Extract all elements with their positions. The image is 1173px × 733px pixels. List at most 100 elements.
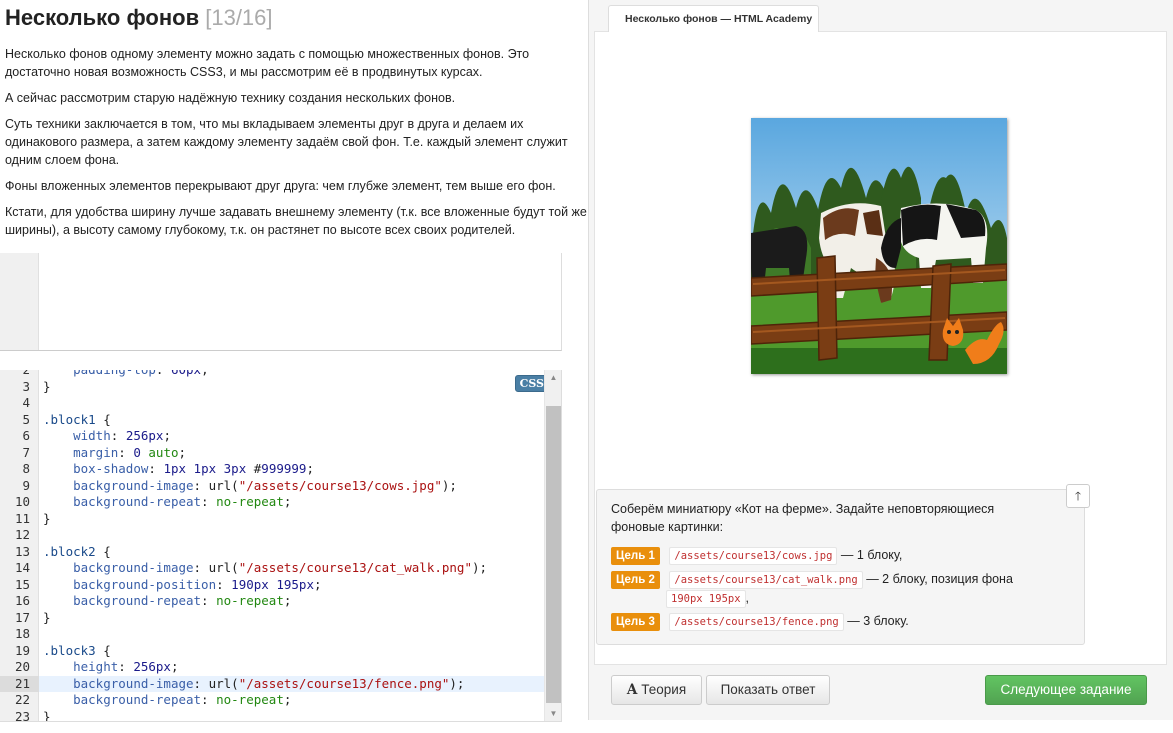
code-text[interactable]: box-shadow: 1px 1px 3px #999999; (43, 461, 314, 478)
arrow-up-icon: 🡑 (1074, 489, 1082, 503)
code-text[interactable]: margin: 0 auto; (43, 445, 186, 462)
code-text[interactable]: background-repeat: no-repeat; (43, 692, 291, 709)
css-editor[interactable]: 2 padding-top: 60px;3}45.block1 {6 width… (0, 370, 562, 722)
goal-3: Цель 3 /assets/course13/fence.png — 3 бл… (611, 612, 909, 631)
code-line[interactable]: 23} (0, 708, 545, 722)
code-line[interactable]: 14 background-image: url("/assets/course… (0, 560, 545, 577)
goal-code: 190px 195px (666, 590, 746, 608)
code-text[interactable]: .block3 { (43, 643, 111, 660)
farm-illustration (751, 118, 1007, 374)
goal-text: — 1 блоку, (840, 548, 903, 562)
code-line[interactable]: 2 padding-top: 60px; (0, 370, 545, 379)
goal-code: /assets/course13/cat_walk.png (669, 571, 863, 589)
task-card: Соберём миниатюру «Кот на ферме». Задайт… (596, 489, 1085, 645)
page-title: Несколько фонов [13/16] (5, 5, 595, 31)
preview-tab[interactable]: Несколько фонов — HTML Academy (608, 5, 819, 32)
goal-text: — 2 блоку, позиция фона (866, 572, 1013, 586)
line-number: 19 (14, 642, 30, 658)
collapse-task-button[interactable]: 🡑 (1066, 484, 1090, 508)
theory-paragraph: Несколько фонов одному элементу можно за… (5, 47, 530, 79)
farm-preview-image (751, 118, 1007, 374)
code-text[interactable]: } (43, 379, 51, 396)
goal-text: , (745, 591, 750, 605)
goal-2: Цель 2 /assets/course13/cat_walk.png — 2… (611, 570, 1013, 589)
code-text[interactable]: background-repeat: no-repeat; (43, 494, 291, 511)
line-number: 9 (22, 477, 30, 493)
line-number: 11 (14, 510, 30, 526)
code-line[interactable]: 4 (0, 395, 545, 412)
code-line[interactable]: 22 background-repeat: no-repeat; (0, 692, 545, 709)
code-text[interactable]: .block1 { (43, 412, 111, 429)
goal-badge: Цель 3 (611, 613, 660, 631)
show-answer-button[interactable]: Показать ответ (706, 675, 830, 705)
line-number: 18 (14, 626, 30, 641)
code-text[interactable]: background-position: 190px 195px; (43, 577, 321, 594)
code-line[interactable]: 7 margin: 0 auto; (0, 445, 545, 462)
task-intro: Соберём миниатюру «Кот на ферме». Задайт… (611, 502, 995, 534)
code-line[interactable]: 8 box-shadow: 1px 1px 3px #999999; (0, 461, 545, 478)
code-line[interactable]: 19 .block3 { (0, 643, 545, 660)
goal-1: Цель 1 /assets/course13/cows.jpg — 1 бло… (611, 546, 902, 565)
code-text[interactable]: background-image: url("/assets/course13/… (43, 676, 464, 693)
code-line[interactable]: 3} (0, 379, 545, 396)
lesson-counter: [13/16] (205, 5, 273, 30)
theory-a-icon: A (626, 682, 638, 698)
code-line[interactable]: 12 (0, 527, 545, 544)
code-line[interactable]: 5 .block1 { (0, 412, 545, 429)
line-number: 14 (14, 560, 30, 575)
line-number: 6 (22, 428, 30, 443)
line-number: 5 (22, 411, 30, 427)
theory-button-label: Теория (641, 682, 687, 697)
html-editor-gutter (0, 253, 39, 350)
code-line[interactable]: 20 height: 256px; (0, 659, 545, 676)
line-number: 4 (22, 395, 30, 410)
goal-code: /assets/course13/fence.png (669, 613, 844, 631)
code-line[interactable]: 17} (0, 610, 545, 627)
goal-badge: Цель 2 (611, 571, 660, 589)
code-text[interactable]: } (43, 610, 51, 627)
code-line[interactable]: 15 background-position: 190px 195px; (0, 577, 545, 594)
line-number: 2 (0, 370, 30, 379)
line-number: 17 (14, 609, 30, 625)
scrollbar-thumb[interactable] (546, 406, 561, 703)
code-text[interactable]: .block2 { (43, 544, 111, 561)
code-text[interactable]: background-image: url("/assets/course13/… (43, 560, 487, 577)
line-number: 21 (0, 675, 39, 692)
code-line[interactable]: 9 background-image: url("/assets/course1… (0, 478, 545, 495)
scroll-down-arrow-icon[interactable]: ▼ (545, 706, 561, 721)
line-number: 10 (14, 494, 30, 509)
code-text[interactable]: background-image: url("/assets/course13/… (43, 478, 457, 495)
code-text[interactable]: padding-top: 60px; (43, 370, 209, 379)
code-text[interactable]: background-repeat: no-repeat; (43, 593, 291, 610)
line-number: 23 (14, 708, 30, 722)
line-number: 22 (14, 692, 30, 707)
code-line[interactable]: 13 .block2 { (0, 544, 545, 561)
goal-badge: Цель 1 (611, 547, 660, 565)
editor-scrollbar[interactable]: ▲ ▼ (544, 370, 561, 721)
code-text[interactable]: } (43, 511, 51, 528)
code-text[interactable]: height: 256px; (43, 659, 178, 676)
next-task-label: Следующее задание (1000, 682, 1132, 697)
theory-panel: Несколько фонов [13/16] Несколько фонов … (0, 0, 595, 253)
code-line[interactable]: 11} (0, 511, 545, 528)
line-number: 13 (14, 543, 30, 559)
goal-2-cont: 190px 195px, (666, 589, 749, 608)
theory-button[interactable]: A Теория (611, 675, 702, 705)
scroll-up-arrow-icon[interactable]: ▲ (545, 370, 561, 386)
code-line[interactable]: 18 (0, 626, 545, 643)
code-text[interactable]: width: 256px; (43, 428, 171, 445)
html-editor[interactable] (0, 253, 562, 351)
line-number: 15 (14, 576, 30, 592)
theory-paragraph: Фоны вложенных элементов перекрывают дру… (5, 179, 556, 193)
code-line[interactable]: 16 background-repeat: no-repeat; (0, 593, 545, 610)
line-number: 20 (14, 659, 30, 674)
code-text[interactable]: } (43, 709, 51, 722)
show-answer-label: Показать ответ (720, 682, 816, 697)
code-line[interactable]: 21 background-image: url("/assets/course… (0, 675, 545, 693)
lesson-title: Несколько фонов (5, 5, 200, 30)
code-line[interactable]: 6 width: 256px; (0, 428, 545, 445)
next-task-button[interactable]: Следующее задание (985, 675, 1147, 705)
goal-code: /assets/course13/cows.jpg (669, 547, 838, 565)
code-line[interactable]: 10 background-repeat: no-repeat; (0, 494, 545, 511)
theory-paragraph: Суть техники заключается в том, что мы в… (5, 117, 568, 167)
